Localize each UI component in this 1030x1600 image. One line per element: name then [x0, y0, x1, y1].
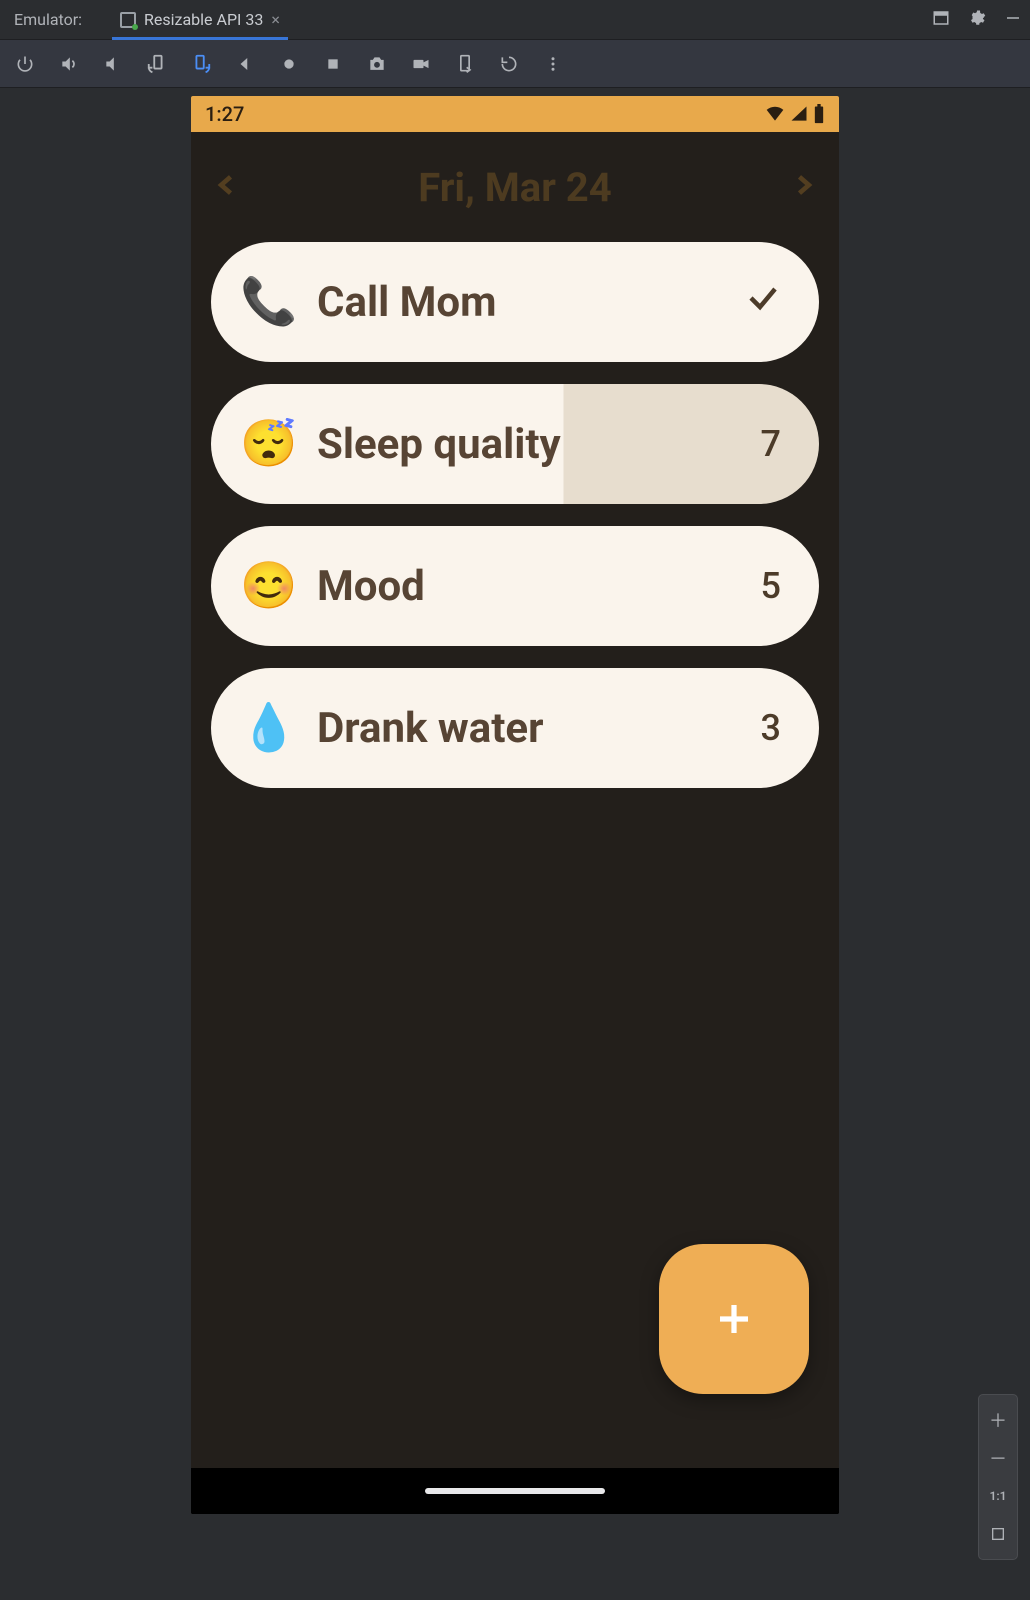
wifi-icon — [765, 104, 785, 124]
home-icon[interactable] — [278, 53, 300, 75]
habit-label: Drank water — [317, 704, 761, 753]
zoom-out-button[interactable]: － — [979, 1439, 1017, 1477]
record-icon[interactable] — [410, 53, 432, 75]
rotate-left-icon[interactable] — [146, 53, 168, 75]
habit-label: Mood — [317, 562, 761, 611]
habit-label: Sleep quality — [317, 420, 761, 469]
habit-label: Call Mom — [317, 278, 745, 327]
emulator-panel-label: Emulator: — [8, 10, 82, 29]
volume-down-icon[interactable] — [102, 53, 124, 75]
zoom-actual-button[interactable]: 1:1 — [979, 1477, 1017, 1515]
check-icon — [745, 280, 781, 325]
status-time: 1:27 — [205, 102, 244, 126]
habit-icon: 😊 — [239, 559, 299, 613]
signal-icon — [789, 104, 809, 124]
device-icon — [120, 12, 136, 28]
zoom-panel: ＋ － 1:1 — [978, 1394, 1018, 1560]
android-navbar[interactable] — [191, 1468, 839, 1514]
reset-icon[interactable] — [498, 53, 520, 75]
window-icon[interactable] — [932, 9, 950, 31]
emulator-tab-label: Resizable API 33 — [144, 10, 263, 29]
habit-card[interactable]: 📞 Call Mom — [211, 242, 819, 362]
device-settings-icon[interactable] — [454, 53, 476, 75]
date-row: Fri, Mar 24 — [191, 132, 839, 242]
chevron-left-icon[interactable] — [213, 165, 241, 209]
habit-card[interactable]: 💧 Drank water3 — [211, 668, 819, 788]
nav-handle[interactable] — [425, 1488, 605, 1494]
zoom-fit-button[interactable] — [979, 1515, 1017, 1553]
minimize-icon[interactable] — [1004, 9, 1022, 31]
habit-icon: 😴 — [239, 417, 299, 471]
emulator-tab[interactable]: Resizable API 33 × — [112, 0, 288, 40]
battery-icon — [813, 104, 825, 124]
status-icons — [765, 104, 825, 124]
habit-value: 7 — [761, 423, 781, 465]
overview-icon[interactable] — [322, 53, 344, 75]
workspace: 1:27 Fri, Mar 24 � — [0, 88, 1030, 1600]
back-icon[interactable] — [234, 53, 256, 75]
ide-topbar: Emulator: Resizable API 33 × — [0, 0, 1030, 40]
habit-value: 5 — [761, 565, 781, 607]
date-title: Fri, Mar 24 — [418, 164, 611, 211]
plus-icon — [713, 1298, 755, 1340]
habit-icon: 📞 — [239, 275, 299, 329]
device-screen: 1:27 Fri, Mar 24 � — [191, 96, 839, 1514]
android-statusbar: 1:27 — [191, 96, 839, 132]
habit-value: 3 — [761, 707, 781, 749]
habit-card[interactable]: 😊 Mood5 — [211, 526, 819, 646]
zoom-in-button[interactable]: ＋ — [979, 1401, 1017, 1439]
emulator-toolbar — [0, 40, 1030, 88]
more-icon[interactable] — [542, 53, 564, 75]
habit-icon: 💧 — [239, 701, 299, 755]
add-button[interactable] — [659, 1244, 809, 1394]
app-body: Fri, Mar 24 📞 Call Mom 😴 Sleep quality7 😊 Moo… — [191, 132, 839, 1468]
close-icon[interactable]: × — [271, 10, 280, 29]
gear-icon[interactable] — [968, 9, 986, 31]
volume-up-icon[interactable] — [58, 53, 80, 75]
habit-card[interactable]: 😴 Sleep quality7 — [211, 384, 819, 504]
chevron-right-icon[interactable] — [789, 165, 817, 209]
habit-cards: 📞 Call Mom 😴 Sleep quality7 😊 Mood5 💧 Drank wat… — [191, 242, 839, 788]
screenshot-icon[interactable] — [366, 53, 388, 75]
power-icon[interactable] — [14, 53, 36, 75]
rotate-right-icon[interactable] — [190, 53, 212, 75]
